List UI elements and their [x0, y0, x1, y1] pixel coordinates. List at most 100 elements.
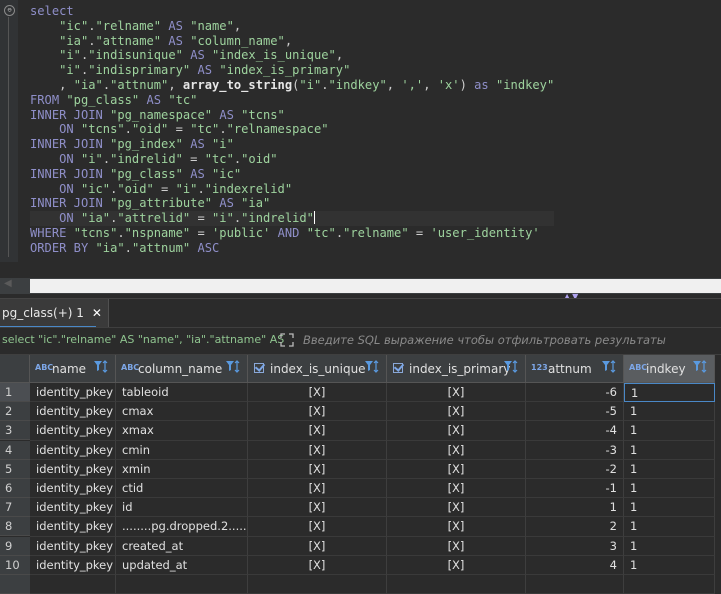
row-number[interactable]: 4	[0, 440, 30, 460]
sql-line[interactable]: FROM "pg_class" AS "tc"	[30, 93, 554, 108]
sql-line[interactable]: "i"."indisprimary" AS "index_is_primary"	[30, 63, 554, 78]
table-row[interactable]: 6 identity_pkey ctid [X] [X] -1 1	[0, 479, 721, 499]
cell-indkey[interactable]: 1	[624, 440, 715, 460]
table-row[interactable]: 7 identity_pkey id [X] [X] 1 1	[0, 498, 721, 518]
column-header-column-name[interactable]: ABC column_name	[116, 355, 248, 383]
sql-line[interactable]: ON "ic"."oid" = "i"."indexrelid"	[30, 182, 554, 197]
cell-primary[interactable]: [X]	[387, 421, 526, 441]
sql-line[interactable]: , "ia"."attnum", array_to_string("i"."in…	[30, 78, 554, 93]
cell-primary[interactable]: [X]	[387, 459, 526, 479]
cell-column-name[interactable]: ctid	[116, 479, 248, 499]
cell-name[interactable]: identity_pkey	[30, 459, 116, 479]
tab-results[interactable]: pg_class(+) 1 ✕	[0, 299, 109, 327]
row-number[interactable]: 9	[0, 536, 30, 556]
table-row[interactable]: 4 identity_pkey cmin [X] [X] -3 1	[0, 440, 721, 460]
sql-line[interactable]: ORDER BY "ia"."attnum" ASC	[30, 241, 554, 256]
cell-column-name[interactable]: tableoid	[116, 383, 248, 403]
sql-line[interactable]: ON "i"."indrelid" = "tc"."oid"	[30, 152, 554, 167]
sql-line[interactable]: INNER JOIN "pg_index" AS "i"	[30, 137, 554, 152]
column-header-indkey[interactable]: ABC indkey	[624, 355, 715, 383]
sql-line[interactable]: select	[30, 4, 554, 19]
column-header-index-is-unique[interactable]: index_is_unique	[248, 355, 387, 383]
cell-name[interactable]: identity_pkey	[30, 383, 116, 403]
cell-primary[interactable]: [X]	[387, 536, 526, 556]
table-row[interactable]: 2 identity_pkey cmax [X] [X] -5 1	[0, 402, 721, 422]
sql-code[interactable]: select "ic"."relname" AS "name", "ia"."a…	[30, 4, 555, 256]
row-number[interactable]: 1	[0, 383, 30, 402]
cell-column-name[interactable]: cmax	[116, 402, 248, 422]
table-row[interactable]: 8 identity_pkey ........pg.dropped.2......…	[0, 517, 721, 537]
close-icon[interactable]: ✕	[92, 306, 102, 320]
table-row[interactable]: 9 identity_pkey created_at [X] [X] 3 1	[0, 536, 721, 556]
cell-column-name[interactable]: xmin	[116, 459, 248, 479]
cell-unique[interactable]: [X]	[248, 421, 387, 441]
cell-attnum[interactable]: -3	[526, 440, 624, 460]
cell-indkey[interactable]: 1	[624, 402, 715, 422]
cell-primary[interactable]: [X]	[387, 517, 526, 537]
cell-primary[interactable]: [X]	[387, 498, 526, 518]
cell-indkey[interactable]: 1	[624, 498, 715, 518]
sql-line[interactable]: INNER JOIN "pg_namespace" AS "tcns"	[30, 108, 554, 123]
row-number[interactable]: 5	[0, 459, 30, 479]
cell-unique[interactable]: [X]	[248, 402, 387, 422]
sql-line[interactable]: INNER JOIN "pg_attribute" AS "ia"	[30, 196, 554, 211]
cell-attnum[interactable]: -5	[526, 402, 624, 422]
results-grid[interactable]: ABC name ABC column_name index_is_unique inde…	[0, 355, 721, 594]
cell-attnum[interactable]: 2	[526, 517, 624, 537]
row-number[interactable]: 3	[0, 421, 30, 441]
cell-attnum[interactable]: 3	[526, 536, 624, 556]
table-row[interactable]: 5 identity_pkey xmin [X] [X] -2 1	[0, 459, 721, 479]
cell-name[interactable]: identity_pkey	[30, 421, 116, 441]
cell-unique[interactable]: [X]	[248, 459, 387, 479]
expand-filter-icon[interactable]	[279, 332, 295, 348]
sql-line[interactable]: INNER JOIN "pg_class" AS "ic"	[30, 167, 554, 182]
cell-unique[interactable]: [X]	[248, 555, 387, 575]
cell-column-name[interactable]: id	[116, 498, 248, 518]
table-row[interactable]: 3 identity_pkey xmax [X] [X] -4 1	[0, 421, 721, 441]
cell-name[interactable]: identity_pkey	[30, 555, 116, 575]
fold-toggle-icon[interactable]: ⊖	[4, 5, 15, 16]
cell-indkey[interactable]: 1	[624, 517, 715, 537]
cell-name[interactable]: identity_pkey	[30, 498, 116, 518]
cell-attnum[interactable]: -6	[526, 383, 624, 403]
sql-line[interactable]: "ic"."relname" AS "name",	[30, 19, 554, 34]
cell-primary[interactable]: [X]	[387, 555, 526, 575]
cell-unique[interactable]: [X]	[248, 479, 387, 499]
cell-unique[interactable]: [X]	[248, 383, 387, 403]
cell-indkey[interactable]: 1	[624, 555, 715, 575]
scrollbar-thumb[interactable]	[30, 279, 721, 293]
cell-name[interactable]: identity_pkey	[30, 440, 116, 460]
cell-column-name[interactable]: cmin	[116, 440, 248, 460]
cell-name[interactable]: identity_pkey	[30, 517, 116, 537]
cell-unique[interactable]: [X]	[248, 536, 387, 556]
sql-line[interactable]: "i"."indisunique" AS "index_is_unique",	[30, 48, 554, 63]
cell-unique[interactable]: [X]	[248, 498, 387, 518]
sql-line[interactable]: "ia"."attname" AS "column_name",	[30, 34, 554, 49]
cell-primary[interactable]: [X]	[387, 440, 526, 460]
cell-unique[interactable]: [X]	[248, 517, 387, 537]
cell-column-name[interactable]: updated_at	[116, 555, 248, 575]
table-row[interactable]: 10 identity_pkey updated_at [X] [X] 4 1	[0, 555, 721, 575]
filter-sort-icon[interactable]	[364, 360, 380, 377]
cell-indkey[interactable]: 1	[624, 536, 715, 556]
row-number[interactable]: 6	[0, 479, 30, 498]
cell-attnum[interactable]: 4	[526, 555, 624, 575]
grid-corner[interactable]	[0, 355, 30, 383]
cell-unique[interactable]: [X]	[248, 440, 387, 460]
table-row[interactable]: 1 identity_pkey tableoid [X] [X] -6 1	[0, 383, 721, 403]
query-preview[interactable]: select "ic"."relname" AS "name", "ia"."a…	[2, 333, 284, 346]
cell-column-name[interactable]: created_at	[116, 536, 248, 556]
cell-column-name[interactable]: ........pg.dropped.2........	[116, 517, 248, 537]
cell-indkey[interactable]: 1	[624, 383, 715, 403]
sql-line[interactable]: ON "tcns"."oid" = "tc"."relnamespace"	[30, 122, 554, 137]
cell-attnum[interactable]: -4	[526, 421, 624, 441]
filter-sort-icon[interactable]	[601, 360, 617, 377]
cell-column-name[interactable]: xmax	[116, 421, 248, 441]
sql-line[interactable]: ON "ia"."attrelid" = "i"."indrelid"	[30, 211, 555, 226]
filter-sort-icon[interactable]	[503, 360, 519, 377]
cell-indkey[interactable]: 1	[624, 459, 715, 479]
row-number[interactable]: 10	[0, 555, 30, 575]
cell-name[interactable]: identity_pkey	[30, 402, 116, 422]
editor-horizontal-scrollbar[interactable]: ◀	[0, 278, 721, 294]
cell-name[interactable]: identity_pkey	[30, 479, 116, 499]
